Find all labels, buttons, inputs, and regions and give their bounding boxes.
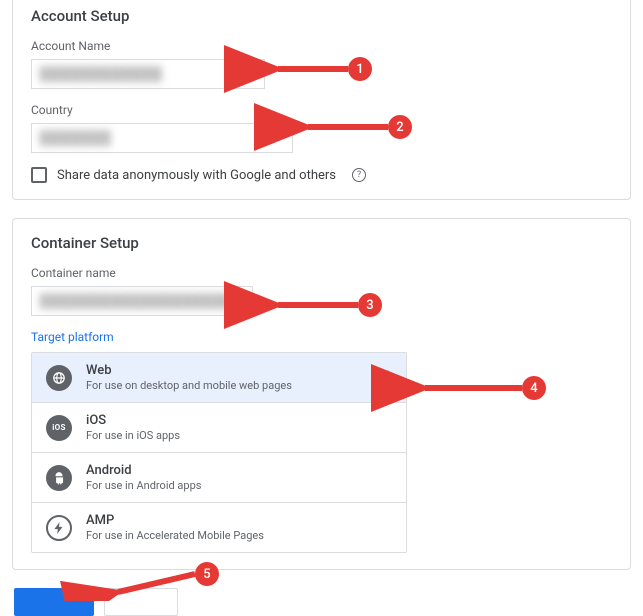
platform-item-ios[interactable]: iOS iOS For use in iOS apps bbox=[32, 402, 406, 452]
account-setup-card: Account Setup Account Name ████████████ … bbox=[12, 0, 631, 200]
account-setup-title: Account Setup bbox=[31, 7, 612, 25]
platform-title: AMP bbox=[86, 513, 392, 528]
account-name-field: Account Name ████████████ bbox=[31, 39, 612, 89]
platform-title: iOS bbox=[86, 413, 392, 428]
share-data-label: Share data anonymously with Google and o… bbox=[57, 168, 336, 183]
platform-desc: For use in Android apps bbox=[86, 479, 392, 492]
platform-title: Android bbox=[86, 463, 392, 478]
platform-title: Web bbox=[86, 363, 358, 378]
platform-desc: For use in Accelerated Mobile Pages bbox=[86, 529, 392, 542]
button-row bbox=[14, 588, 643, 616]
account-name-label: Account Name bbox=[31, 39, 612, 53]
country-value: ███████ bbox=[40, 130, 111, 146]
cancel-button[interactable] bbox=[104, 588, 178, 616]
amp-icon bbox=[46, 515, 72, 541]
container-name-value: ████████████████████ bbox=[40, 293, 244, 309]
check-icon bbox=[372, 366, 392, 390]
platform-text: Android For use in Android apps bbox=[86, 463, 392, 492]
country-select[interactable]: ███████ bbox=[31, 123, 293, 153]
account-name-value: ████████████ bbox=[40, 66, 163, 82]
target-platform-label: Target platform bbox=[31, 330, 612, 344]
platform-text: Web For use on desktop and mobile web pa… bbox=[86, 363, 358, 392]
globe-icon bbox=[46, 365, 72, 391]
platform-item-android[interactable]: Android For use in Android apps bbox=[32, 452, 406, 502]
annotation-badge-1: 1 bbox=[348, 57, 372, 81]
container-name-label: Container name bbox=[31, 266, 612, 280]
share-data-row[interactable]: Share data anonymously with Google and o… bbox=[31, 167, 612, 183]
platform-text: AMP For use in Accelerated Mobile Pages bbox=[86, 513, 392, 542]
account-name-input[interactable]: ████████████ bbox=[31, 59, 265, 89]
platform-text: iOS For use in iOS apps bbox=[86, 413, 392, 442]
annotation-badge-3: 3 bbox=[358, 293, 382, 317]
platform-list: Web For use on desktop and mobile web pa… bbox=[31, 352, 407, 553]
container-name-field: Container name ████████████████████ bbox=[31, 266, 612, 316]
chevron-down-icon bbox=[274, 136, 284, 141]
annotation-badge-2: 2 bbox=[388, 115, 412, 139]
platform-item-amp[interactable]: AMP For use in Accelerated Mobile Pages bbox=[32, 502, 406, 552]
create-button[interactable] bbox=[14, 588, 94, 616]
platform-item-web[interactable]: Web For use on desktop and mobile web pa… bbox=[32, 353, 406, 402]
ios-icon: iOS bbox=[46, 415, 72, 441]
platform-desc: For use on desktop and mobile web pages bbox=[86, 379, 358, 392]
share-data-checkbox[interactable] bbox=[31, 167, 47, 183]
country-label: Country bbox=[31, 103, 612, 117]
platform-desc: For use in iOS apps bbox=[86, 429, 392, 442]
help-icon[interactable]: ? bbox=[352, 168, 366, 182]
annotation-badge-5: 5 bbox=[195, 562, 219, 586]
container-setup-title: Container Setup bbox=[31, 234, 612, 252]
annotation-badge-4: 4 bbox=[522, 376, 546, 400]
country-field: Country ███████ bbox=[31, 103, 612, 153]
container-name-input[interactable]: ████████████████████ bbox=[31, 286, 253, 316]
android-icon bbox=[46, 465, 72, 491]
